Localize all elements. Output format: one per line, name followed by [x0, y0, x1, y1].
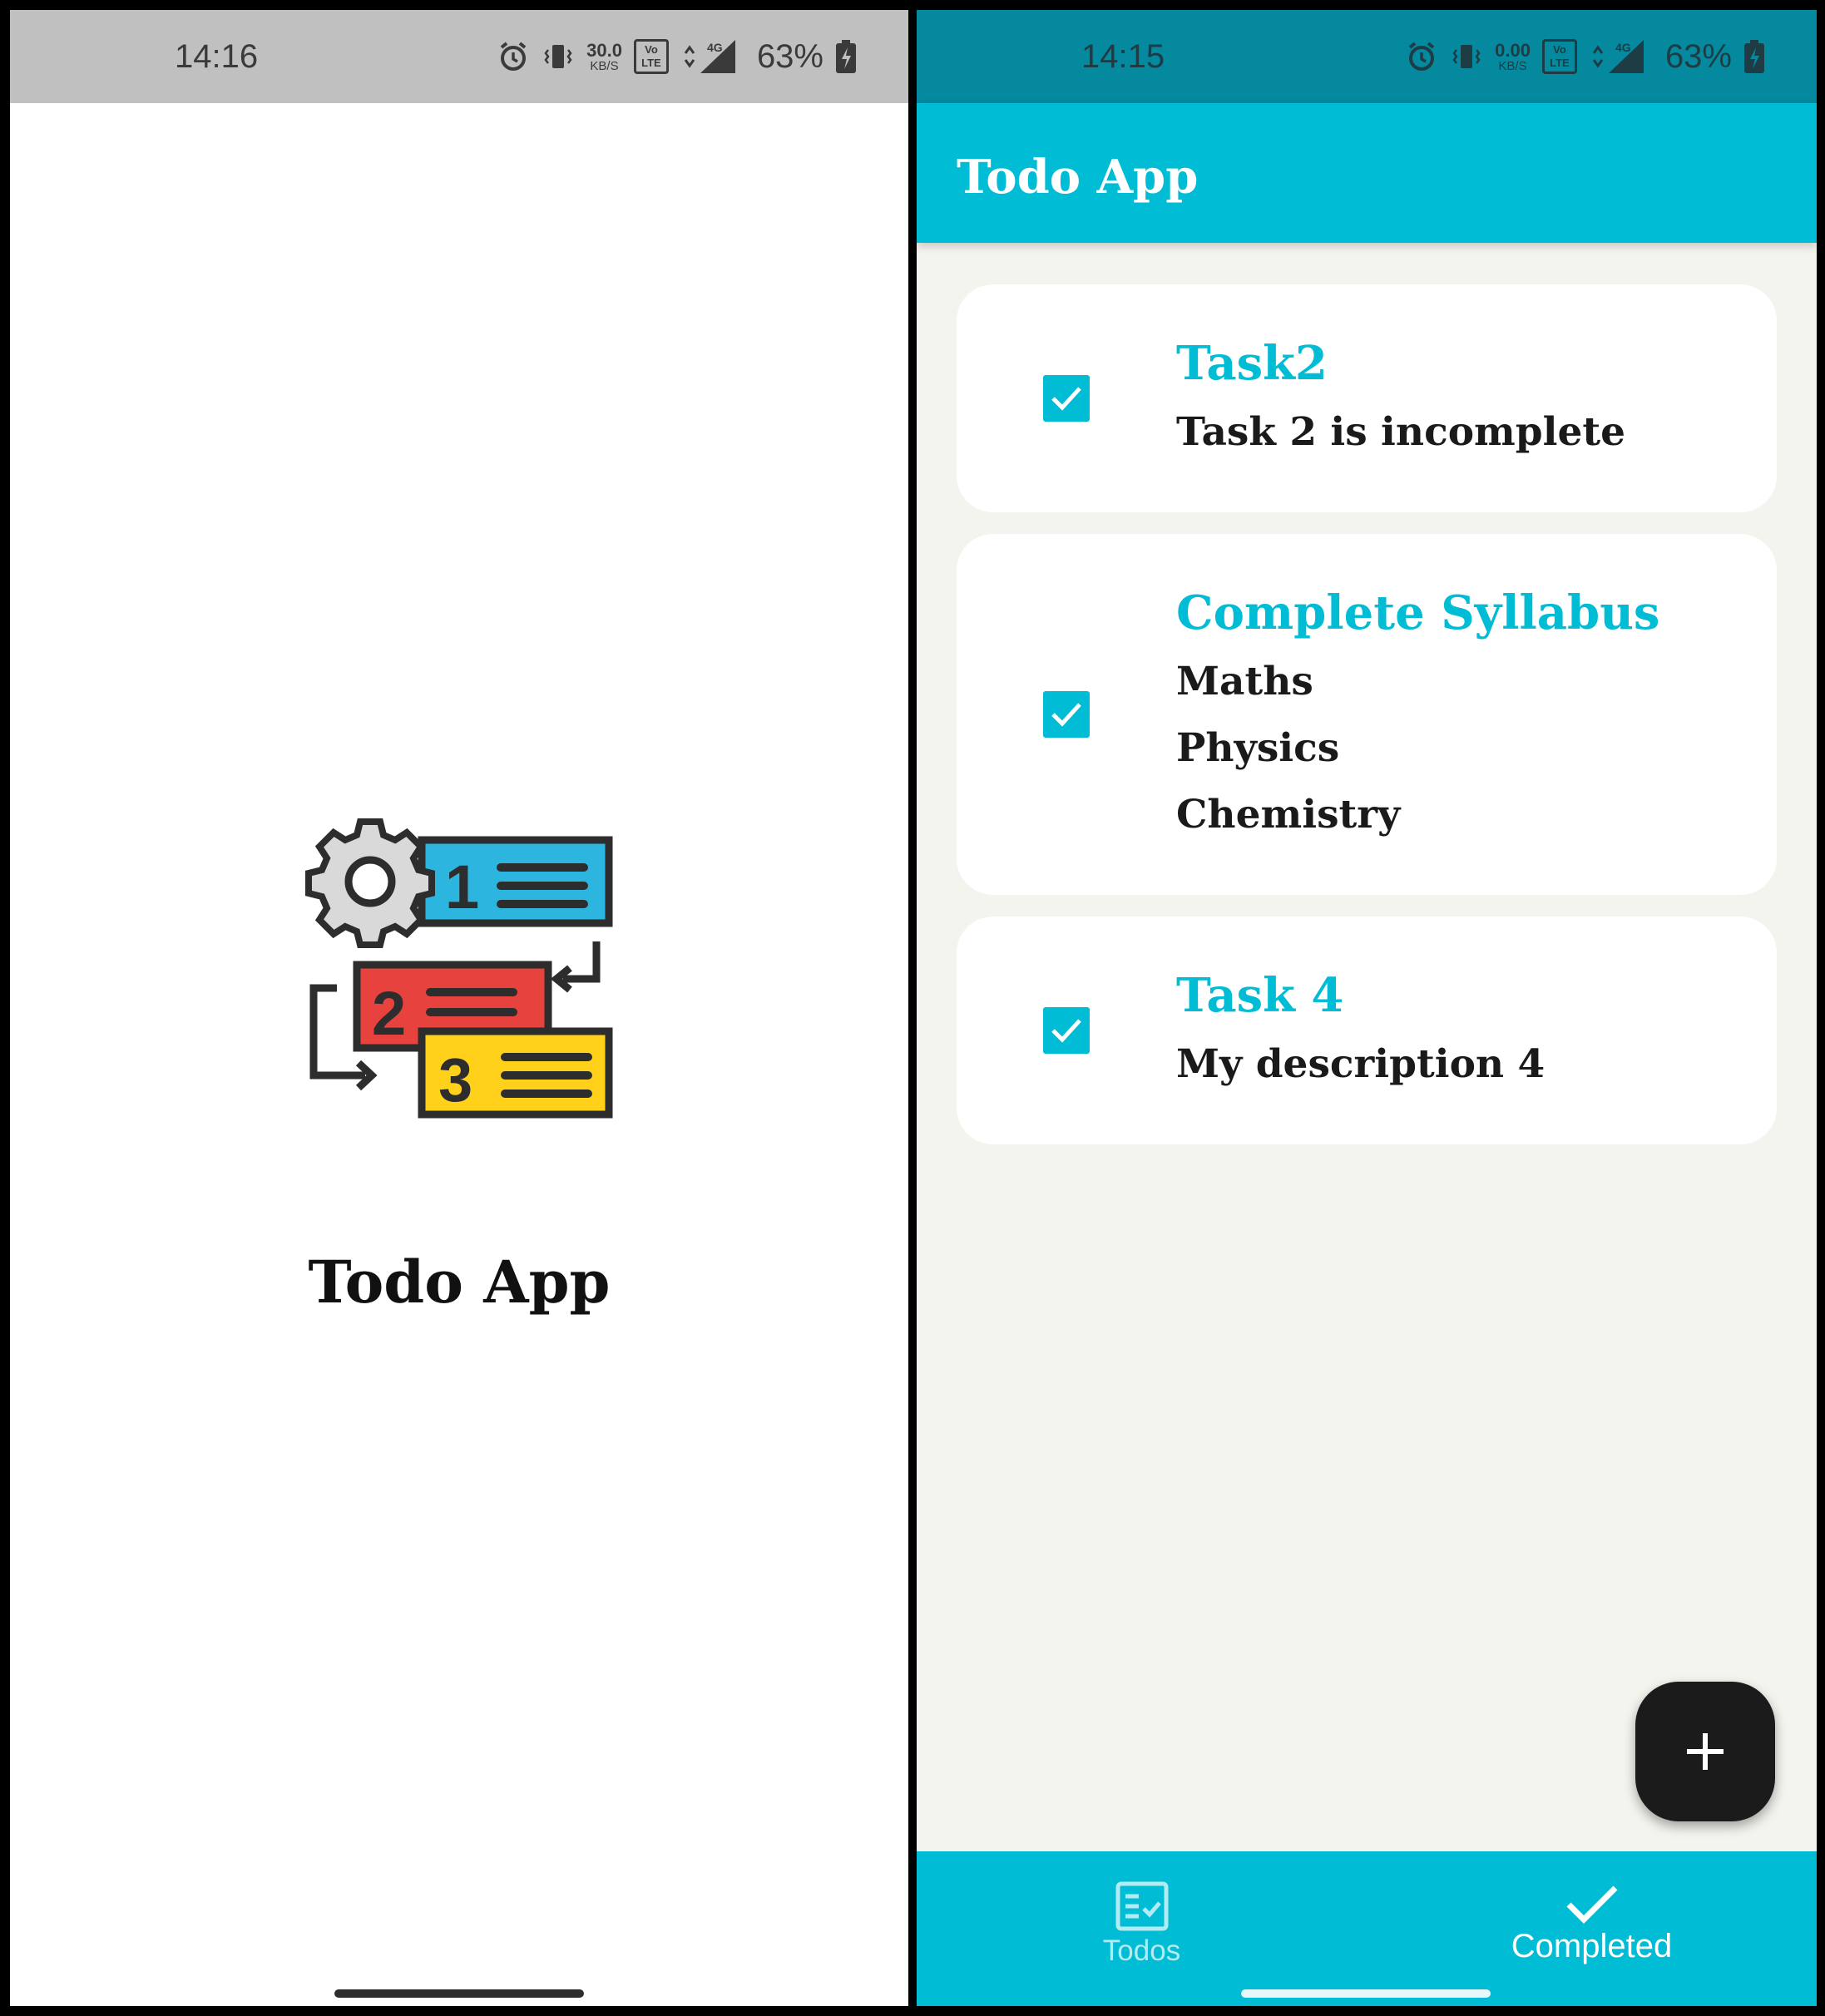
task-checkbox[interactable]: [1043, 691, 1090, 738]
alarm-icon: [497, 40, 530, 73]
signal-icon: 4G: [680, 38, 739, 75]
nav-item-completed[interactable]: Completed: [1367, 1851, 1817, 2006]
status-bar: 14:16 30.0 KB/S Vo LTE 4G 63%: [10, 10, 908, 103]
bottom-navigation: Todos Completed: [917, 1851, 1817, 2006]
splash-app-title: Todo App: [308, 1248, 611, 1317]
checkmark-icon: [1051, 1019, 1081, 1043]
network-type: 4G: [707, 41, 723, 54]
battery-charging-icon: [835, 39, 857, 74]
todo-list-icon: [1115, 1881, 1168, 1931]
volte-icon: Vo LTE: [633, 39, 669, 74]
task-card[interactable]: Task 4 My description 4: [957, 917, 1777, 1144]
volte-icon: Vo LTE: [1541, 39, 1577, 74]
alarm-icon: [1405, 40, 1438, 73]
task-card[interactable]: Task2 Task 2 is incomplete: [957, 284, 1777, 512]
vibrate-icon: [542, 40, 575, 73]
network-speed: 0.00 KB/S: [1495, 39, 1531, 73]
task-title: Complete Syllabus: [1176, 586, 1660, 640]
home-indicator[interactable]: [1241, 1989, 1491, 1998]
todo-app-logo: 1 2 3: [305, 818, 613, 1119]
add-task-button[interactable]: [1635, 1682, 1775, 1821]
network-speed-value: 30.0: [586, 39, 622, 61]
checkmark-icon: [1566, 1885, 1617, 1924]
logo-number-2: 2: [372, 979, 406, 1048]
network-speed-unit: KB/S: [590, 58, 619, 73]
task-title: Task 4: [1176, 968, 1344, 1023]
task-card[interactable]: Complete Syllabus Maths Physics Chemistr…: [957, 534, 1777, 895]
network-speed: 30.0 KB/S: [586, 39, 622, 73]
status-time: 14:16: [175, 38, 259, 75]
network-type: 4G: [1615, 41, 1631, 54]
battery-charging-icon: [1743, 39, 1765, 74]
app-bar-title: Todo App: [957, 150, 1199, 205]
checkmark-icon: [1051, 387, 1081, 411]
task-description: My description 4: [1176, 1041, 1546, 1087]
battery-percent: 63%: [756, 37, 823, 75]
home-indicator[interactable]: [334, 1989, 584, 1998]
status-icons: 30.0 KB/S Vo LTE 4G 63%: [497, 32, 857, 82]
app-bar: Todo App: [917, 103, 1817, 243]
logo-number-1: 1: [445, 852, 479, 922]
nav-label-todos: Todos: [1102, 1934, 1181, 1967]
vibrate-icon: [1450, 40, 1483, 73]
plus-icon: [1687, 1733, 1724, 1770]
checkmark-icon: [1051, 703, 1081, 727]
network-speed-value: 0.00: [1495, 39, 1531, 61]
task-list: Task2 Task 2 is incomplete Complete Syll…: [957, 284, 1777, 1166]
nav-item-todos[interactable]: Todos: [917, 1851, 1367, 2006]
task-description: Task 2 is incomplete: [1176, 409, 1626, 455]
nav-label-completed: Completed: [1511, 1928, 1673, 1964]
task-title: Task2: [1176, 336, 1328, 391]
status-time: 14:15: [1081, 38, 1165, 75]
task-description: Maths Physics Chemistry: [1176, 659, 1401, 838]
signal-icon: 4G: [1589, 38, 1647, 75]
status-bar: 14:15 0.00 KB/S Vo LTE 4G 63%: [917, 10, 1817, 103]
battery-percent: 63%: [1664, 37, 1732, 75]
completed-tasks-screen: 14:15 0.00 KB/S Vo LTE 4G 63% Todo App T…: [917, 10, 1817, 2006]
status-icons: 0.00 KB/S Vo LTE 4G 63%: [1405, 32, 1765, 82]
network-speed-unit: KB/S: [1498, 58, 1527, 73]
task-checkbox[interactable]: [1043, 375, 1090, 422]
splash-screen: 14:16 30.0 KB/S Vo LTE 4G 63% 1 2 3 Todo…: [10, 10, 908, 2006]
logo-number-3: 3: [438, 1045, 472, 1114]
task-checkbox[interactable]: [1043, 1007, 1090, 1054]
